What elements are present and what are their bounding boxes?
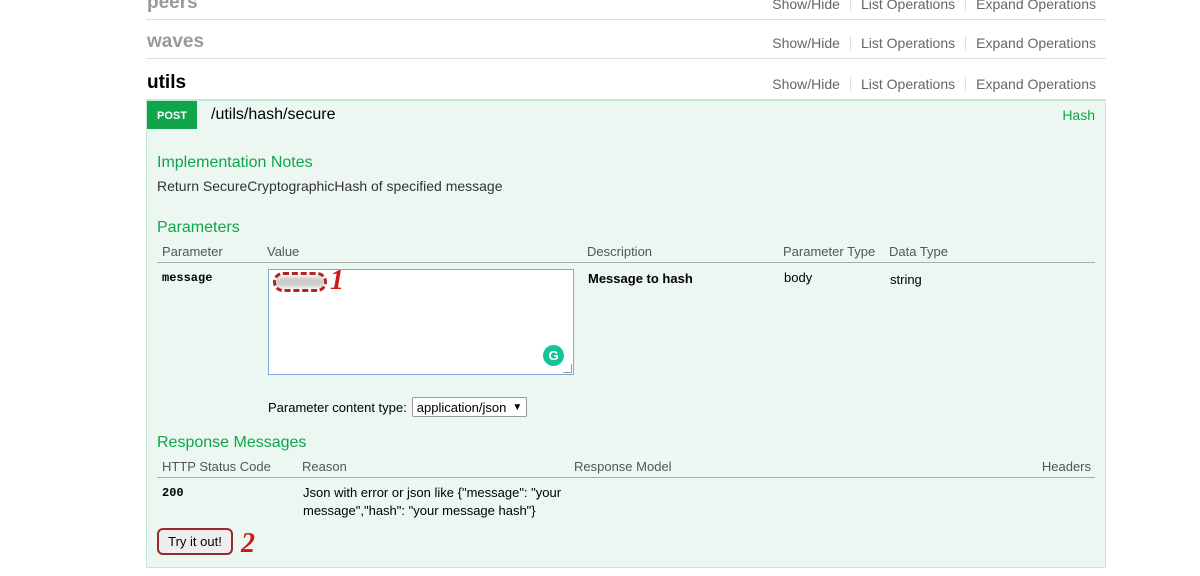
- show-hide-link[interactable]: Show/Hide: [772, 0, 840, 12]
- operation-path[interactable]: /utils/hash/secure: [211, 106, 336, 124]
- annotation-circle: [273, 272, 327, 292]
- divider: [965, 36, 967, 50]
- response-header-headers: Headers: [1041, 459, 1091, 474]
- operation-panel: POST /utils/hash/secure Hash Implementat…: [146, 100, 1106, 568]
- grammarly-icon[interactable]: G: [543, 345, 564, 366]
- resource-waves: waves Show/Hide List Operations Expand O…: [146, 19, 1106, 59]
- try-it-out-button[interactable]: Try it out!: [157, 528, 233, 555]
- resource-name-utils[interactable]: utils: [147, 72, 186, 94]
- resource-links: Show/Hide List Operations Expand Operati…: [772, 0, 1096, 12]
- divider: [849, 36, 851, 50]
- parameters-title: Parameters: [157, 219, 240, 236]
- show-hide-link[interactable]: Show/Hide: [772, 35, 840, 51]
- response-header-code: HTTP Status Code: [162, 459, 271, 474]
- list-operations-link[interactable]: List Operations: [861, 35, 955, 51]
- resource-links: Show/Hide List Operations Expand Operati…: [772, 76, 1096, 92]
- content-type-row: Parameter content type: application/json…: [268, 397, 528, 417]
- divider: [157, 262, 1095, 263]
- param-header-data-type: Data Type: [889, 244, 949, 259]
- resize-handle[interactable]: [563, 364, 572, 373]
- param-type: body: [784, 270, 813, 285]
- resource-peers: peers Show/Hide List Operations Expand O…: [146, 0, 1106, 20]
- divider: [849, 77, 851, 91]
- divider: [965, 0, 967, 11]
- expand-operations-link[interactable]: Expand Operations: [976, 35, 1096, 51]
- divider: [157, 477, 1095, 478]
- message-value-box[interactable]: G: [268, 269, 574, 375]
- resource-name-waves[interactable]: waves: [147, 31, 204, 53]
- caret-down-icon: ▼: [512, 401, 523, 413]
- content-type-value: application/json: [416, 399, 507, 415]
- annotation-number-2: 2: [241, 528, 255, 559]
- show-hide-link[interactable]: Show/Hide: [772, 76, 840, 92]
- resource-name-peers[interactable]: peers: [147, 0, 198, 14]
- http-method-badge[interactable]: POST: [147, 101, 197, 129]
- resource-links: Show/Hide List Operations Expand Operati…: [772, 35, 1096, 51]
- response-reason-line2: message","hash": "your message hash"}: [303, 503, 536, 518]
- param-header-description: Description: [587, 244, 653, 259]
- operation-tag-link[interactable]: Hash: [1062, 107, 1095, 123]
- expand-operations-link[interactable]: Expand Operations: [976, 0, 1096, 12]
- param-description: Message to hash: [588, 271, 693, 286]
- list-operations-link[interactable]: List Operations: [861, 76, 955, 92]
- list-operations-link[interactable]: List Operations: [861, 0, 955, 12]
- content-type-label: Parameter content type:: [268, 399, 407, 415]
- response-reason-line1: Json with error or json like {"message":…: [303, 485, 562, 500]
- param-name: message: [162, 271, 213, 285]
- operation-heading[interactable]: POST /utils/hash/secure Hash: [147, 101, 1105, 129]
- param-header-type: Parameter Type: [783, 244, 876, 259]
- response-header-reason: Reason: [302, 459, 347, 474]
- response-code: 200: [162, 486, 184, 500]
- param-header-parameter: Parameter: [162, 244, 223, 259]
- resource-utils: utils Show/Hide List Operations Expand O…: [146, 60, 1106, 100]
- implementation-notes-title: Implementation Notes: [157, 154, 313, 171]
- expand-operations-link[interactable]: Expand Operations: [976, 76, 1096, 92]
- param-data-type: string: [890, 272, 922, 287]
- divider: [849, 0, 851, 11]
- param-header-value: Value: [267, 244, 300, 259]
- divider: [965, 77, 967, 91]
- response-header-model: Response Model: [574, 459, 672, 474]
- implementation-notes: Return SecureCryptographicHash of specif…: [157, 178, 503, 194]
- content-type-select[interactable]: application/json ▼: [411, 397, 528, 417]
- response-messages-title: Response Messages: [157, 434, 307, 451]
- annotation-number-1: 1: [330, 265, 344, 296]
